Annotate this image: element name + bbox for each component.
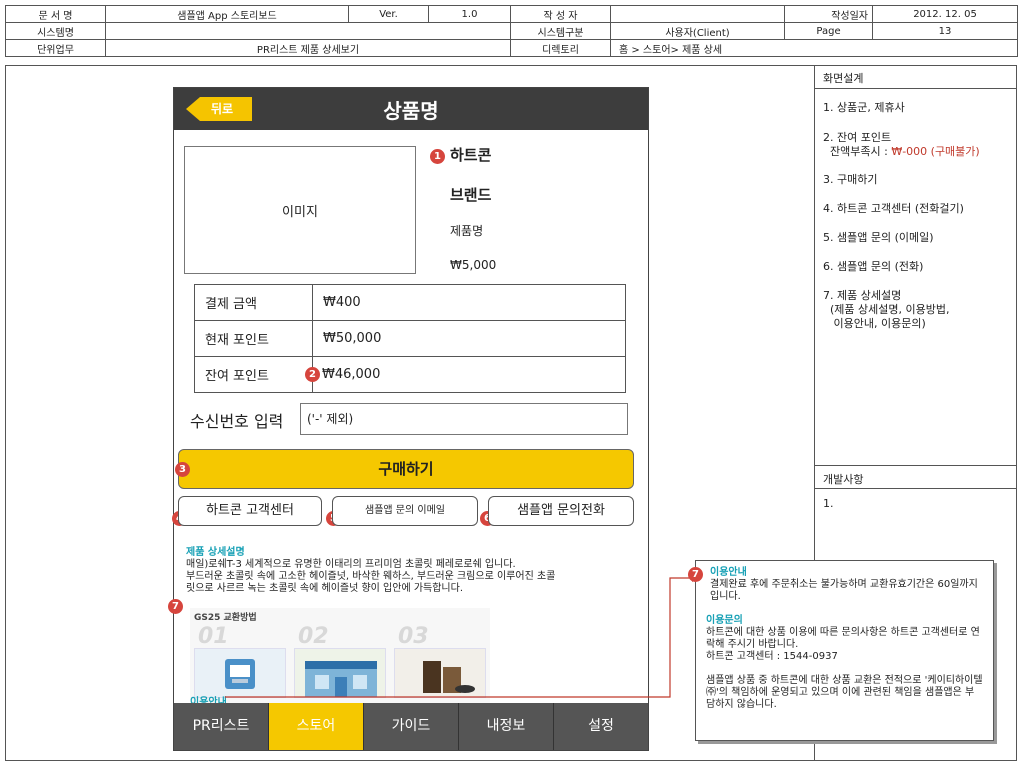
usage-callout: 7 이용안내 결제완료 후에 주문취소는 불가능하며 교환유효기간은 60일까지… xyxy=(688,560,994,741)
notice-text: 샘플앱 상품 중 하트콘에 대한 상품 교환은 전적으로 '케이티하이텔㈜'의 … xyxy=(706,675,983,710)
usage-text: 결제완료 후에 주문취소는 불가능하며 교환유효기간은 60일까지입니다. xyxy=(710,579,978,602)
usage-title: 이용안내 xyxy=(710,567,747,578)
inquiry-text: 하트콘에 대한 상품 이용에 따른 문의사항은 하트콘 고객센터로 연락해 주시… xyxy=(706,627,980,650)
inquiry-phone: 하트콘 고객센터 : 1544-0937 xyxy=(706,651,838,662)
inquiry-title: 이용문의 xyxy=(706,615,743,626)
callout-badge-7: 7 xyxy=(688,567,703,582)
